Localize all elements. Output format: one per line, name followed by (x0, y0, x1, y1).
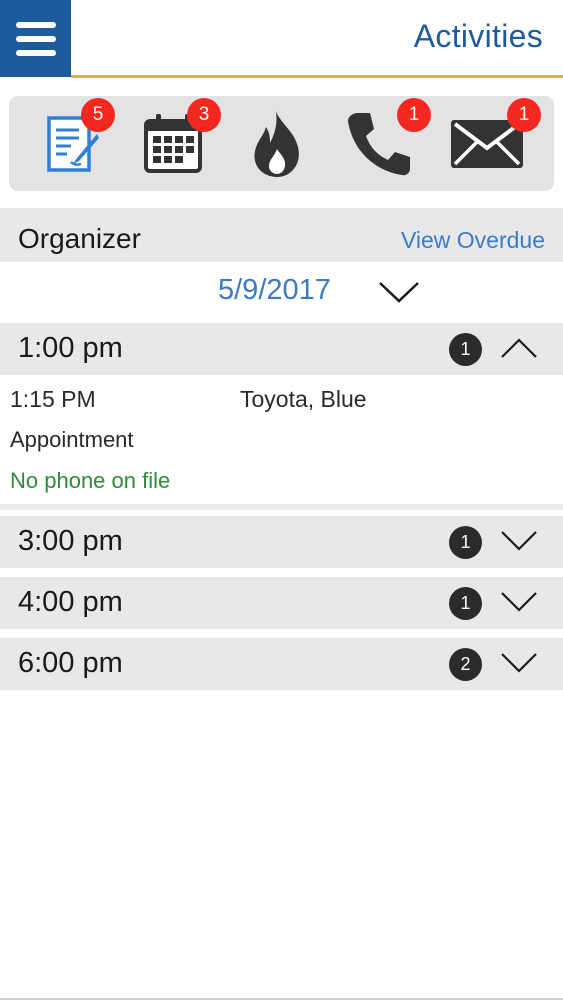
time-group-header[interactable]: 6:00 pm 2 (0, 638, 563, 690)
appointment-time: 1:15 PM (10, 386, 96, 412)
time-group-header[interactable]: 3:00 pm 1 (0, 516, 563, 568)
time-group-label: 1:00 pm (18, 332, 123, 364)
time-group-count: 1 (449, 587, 482, 620)
calendar-button[interactable]: 3 (123, 96, 223, 191)
notes-button[interactable]: 5 (23, 96, 123, 191)
email-button[interactable]: 1 (437, 96, 541, 191)
appointment-item[interactable]: 1:15 PM Toyota, Blue Appointment No phon… (0, 376, 563, 504)
activity-type-bar: 5 3 1 1 (9, 96, 554, 191)
hot-leads-button[interactable] (227, 96, 327, 191)
menu-button[interactable] (0, 0, 71, 77)
section-divider (0, 504, 563, 510)
flame-icon (254, 110, 299, 177)
time-group-count: 1 (449, 526, 482, 559)
calls-button[interactable]: 1 (329, 96, 431, 191)
notes-badge: 5 (81, 98, 115, 132)
date-selector[interactable]: 5/9/2017 (0, 262, 563, 322)
calls-badge: 1 (397, 98, 431, 132)
time-group-label: 3:00 pm (18, 525, 123, 557)
view-overdue-link[interactable]: View Overdue (401, 227, 545, 254)
time-group-count: 2 (449, 648, 482, 681)
hamburger-menu-icon (15, 21, 56, 56)
page-title: Activities (413, 18, 543, 54)
chevron-down-icon[interactable] (500, 529, 538, 553)
email-badge: 1 (507, 98, 541, 132)
appointment-phone-status: No phone on file (10, 468, 171, 493)
time-group-label: 6:00 pm (18, 647, 123, 679)
chevron-up-icon[interactable] (500, 336, 538, 360)
organizer-heading: Organizer (18, 223, 141, 254)
time-group-label: 4:00 pm (18, 586, 123, 618)
selected-date[interactable]: 5/9/2017 (218, 274, 331, 307)
calendar-badge: 3 (187, 98, 221, 132)
time-group-header[interactable]: 1:00 pm 1 (0, 323, 563, 375)
chevron-down-icon[interactable] (500, 590, 538, 614)
appointment-type: Appointment (10, 427, 134, 452)
appointment-vehicle: Toyota, Blue (240, 386, 367, 412)
time-group-count: 1 (449, 333, 482, 366)
chevron-down-icon[interactable] (378, 280, 420, 304)
time-group-header[interactable]: 4:00 pm 1 (0, 577, 563, 629)
header-underline (71, 75, 563, 78)
chevron-down-icon[interactable] (500, 651, 538, 675)
app-header: Activities (0, 0, 563, 78)
